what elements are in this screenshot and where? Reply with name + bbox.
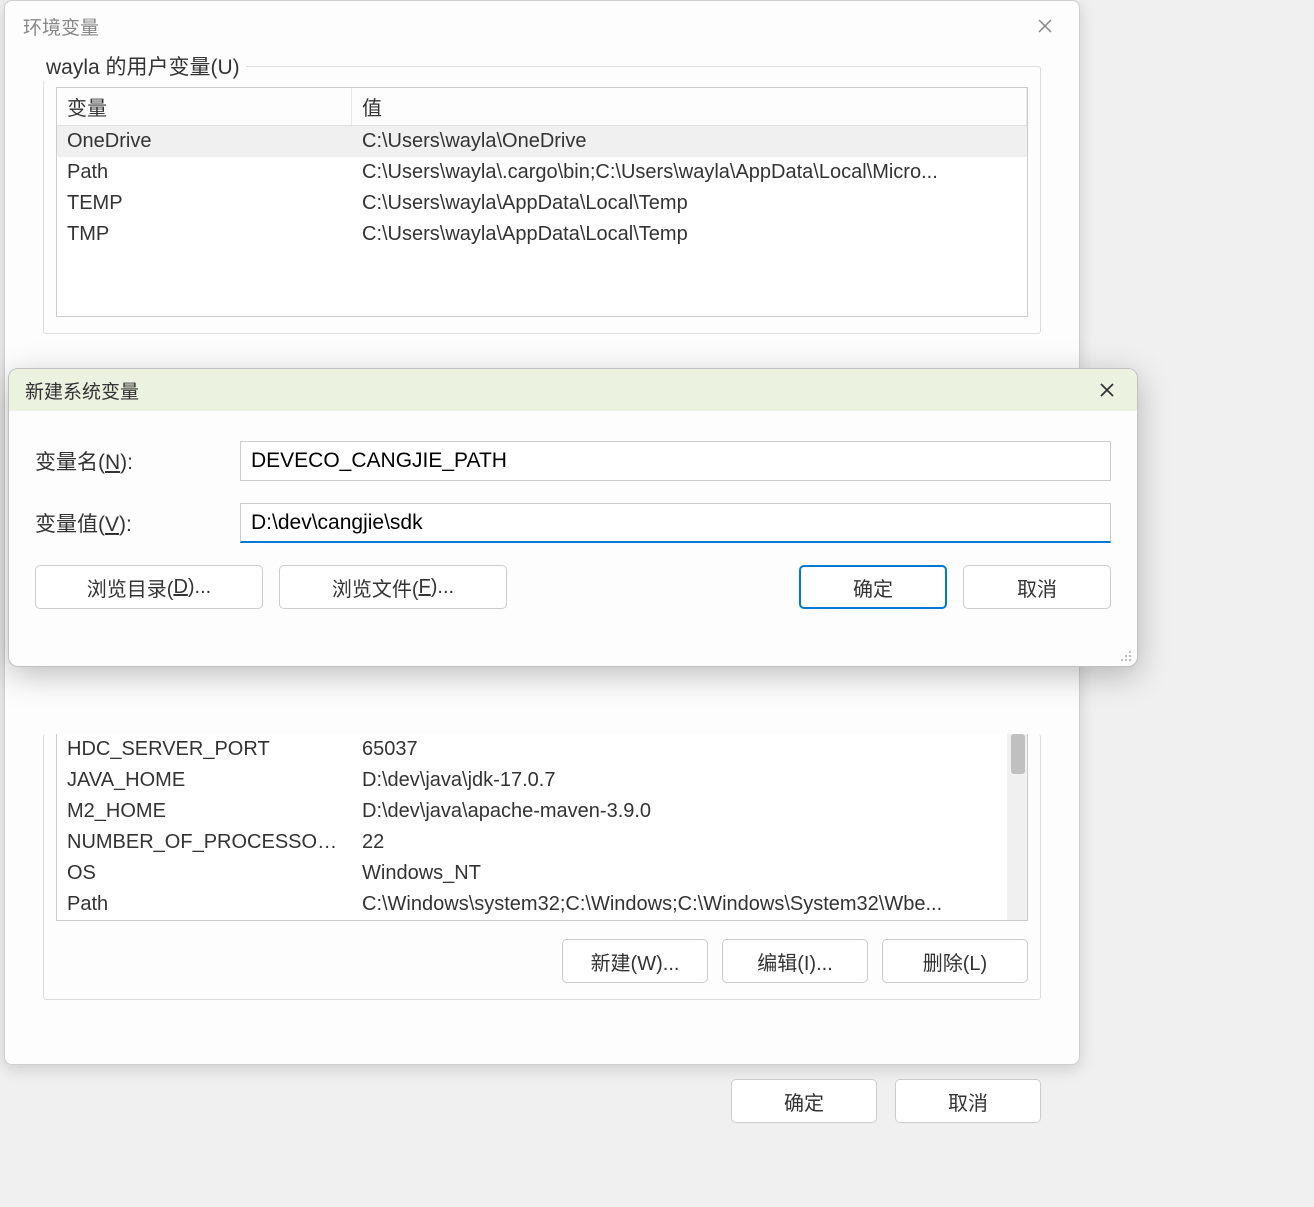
- var-value-cell: D:\dev\java\apache-maven-3.9.0: [352, 798, 1027, 825]
- var-name-cell: NUMBER_OF_PROCESSORS: [57, 829, 352, 856]
- table-row[interactable]: M2_HOME D:\dev\java\apache-maven-3.9.0: [57, 796, 1027, 827]
- browse-file-button[interactable]: 浏览文件(F)...: [279, 565, 507, 609]
- system-variables-table[interactable]: HDC_SERVER_PORT 65037 JAVA_HOME D:\dev\j…: [56, 734, 1028, 921]
- var-value-cell: D:\dev\java\jdk-17.0.7: [352, 767, 1027, 794]
- var-name-cell: HDC_SERVER_PORT: [57, 736, 352, 763]
- table-row[interactable]: JAVA_HOME D:\dev\java\jdk-17.0.7: [57, 765, 1027, 796]
- user-variables-table[interactable]: 变量 值 OneDrive C:\Users\wayla\OneDrive Pa…: [56, 87, 1028, 317]
- scrollbar[interactable]: [1007, 734, 1027, 920]
- var-value-cell: 65037: [352, 736, 1027, 763]
- var-name-cell: OneDrive: [57, 128, 352, 155]
- system-delete-button[interactable]: 删除(L): [882, 939, 1028, 983]
- var-name-cell: Path: [57, 159, 352, 186]
- close-icon: [1037, 18, 1053, 34]
- var-name-cell: TEMP: [57, 190, 352, 217]
- table-row[interactable]: OS Windows_NT: [57, 858, 1027, 889]
- var-name-cell: OS: [57, 860, 352, 887]
- var-name-cell: Path: [57, 891, 352, 918]
- variable-name-input[interactable]: [240, 441, 1111, 481]
- variable-name-label: 变量名(N):: [35, 446, 240, 476]
- var-value-cell: 22: [352, 829, 1027, 856]
- close-icon: [1099, 382, 1115, 398]
- table-row[interactable]: TEMP C:\Users\wayla\AppData\Local\Temp: [57, 188, 1027, 219]
- table-row[interactable]: HDC_SERVER_PORT 65037: [57, 734, 1027, 765]
- column-header-variable[interactable]: 变量: [57, 88, 352, 125]
- resize-grip-icon[interactable]: [1120, 649, 1134, 663]
- system-edit-button[interactable]: 编辑(I)...: [722, 939, 868, 983]
- table-row[interactable]: NUMBER_OF_PROCESSORS 22: [57, 827, 1027, 858]
- env-cancel-button[interactable]: 取消: [895, 1079, 1041, 1123]
- env-dialog-titlebar: 环境变量: [5, 1, 1079, 51]
- column-header-value[interactable]: 值: [352, 88, 1027, 125]
- system-new-button[interactable]: 新建(W)...: [562, 939, 708, 983]
- table-header: 变量 值: [57, 88, 1027, 126]
- user-variables-legend: wayla 的用户变量(U): [40, 51, 246, 81]
- table-row[interactable]: TMP C:\Users\wayla\AppData\Local\Temp: [57, 219, 1027, 250]
- browse-directory-button[interactable]: 浏览目录(D)...: [35, 565, 263, 609]
- var-value-cell: C:\Users\wayla\AppData\Local\Temp: [352, 221, 1027, 248]
- variable-value-label: 变量值(V):: [35, 508, 240, 538]
- env-ok-button[interactable]: 确定: [731, 1079, 877, 1123]
- new-var-close-button[interactable]: [1093, 376, 1121, 404]
- table-row[interactable]: Path C:\Windows\system32;C:\Windows;C:\W…: [57, 889, 1027, 920]
- var-value-cell: C:\Windows\system32;C:\Windows;C:\Window…: [352, 891, 1027, 918]
- var-name-cell: M2_HOME: [57, 798, 352, 825]
- env-dialog-close-button[interactable]: [1029, 10, 1061, 42]
- env-dialog-title: 环境变量: [23, 13, 99, 40]
- var-name-cell: TMP: [57, 221, 352, 248]
- user-variables-groupbox: wayla 的用户变量(U) 变量 值 OneDrive C:\Users\wa…: [43, 66, 1041, 334]
- variable-value-input[interactable]: [240, 503, 1111, 543]
- var-value-cell: C:\Users\wayla\OneDrive: [352, 128, 1027, 155]
- table-row[interactable]: Path C:\Users\wayla\.cargo\bin;C:\Users\…: [57, 157, 1027, 188]
- var-value-cell: C:\Users\wayla\AppData\Local\Temp: [352, 190, 1027, 217]
- new-var-dialog-title: 新建系统变量: [25, 377, 139, 404]
- var-name-cell: JAVA_HOME: [57, 767, 352, 794]
- system-variables-groupbox: HDC_SERVER_PORT 65037 JAVA_HOME D:\dev\j…: [43, 734, 1041, 1000]
- var-value-cell: C:\Users\wayla\.cargo\bin;C:\Users\wayla…: [352, 159, 1027, 186]
- new-var-titlebar: 新建系统变量: [9, 369, 1137, 411]
- table-row[interactable]: OneDrive C:\Users\wayla\OneDrive: [57, 126, 1027, 157]
- scrollbar-thumb[interactable]: [1011, 734, 1025, 774]
- new-var-cancel-button[interactable]: 取消: [963, 565, 1111, 609]
- new-var-ok-button[interactable]: 确定: [799, 565, 947, 609]
- var-value-cell: Windows_NT: [352, 860, 1027, 887]
- new-system-variable-dialog: 新建系统变量 变量名(N): 变量值(V): 浏览目录(D)... 浏览文件(F…: [8, 368, 1138, 667]
